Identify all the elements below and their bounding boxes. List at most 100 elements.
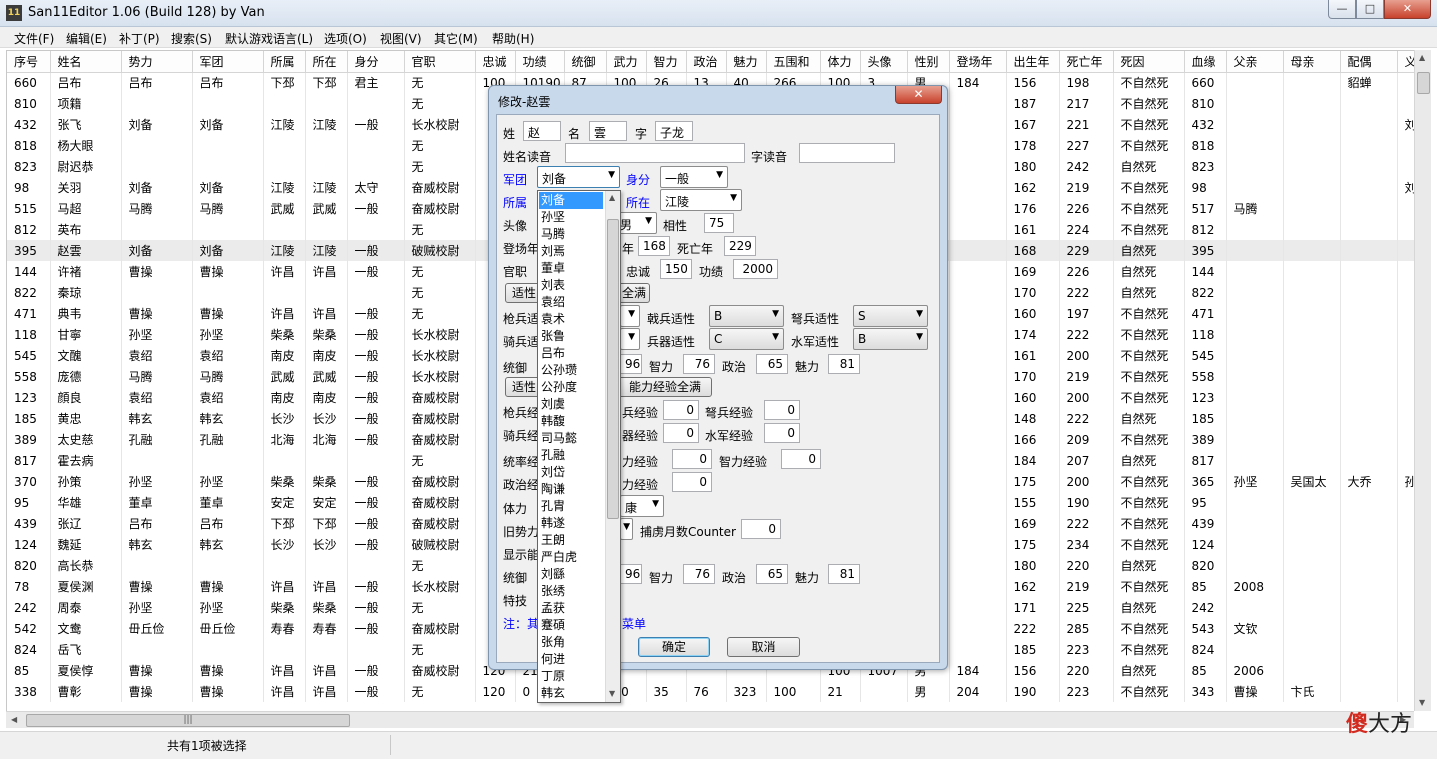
scroll-left-icon[interactable]: ◀: [11, 715, 17, 724]
menu-search[interactable]: 搜索(S): [171, 30, 212, 47]
column-header[interactable]: 血缘: [1184, 51, 1227, 73]
column-header[interactable]: 官职: [404, 51, 476, 73]
dropdown-option[interactable]: 张绣: [539, 583, 603, 600]
war-display-input[interactable]: 96: [620, 564, 642, 584]
health-select[interactable]: 康 ▼: [620, 495, 664, 517]
war-exp-input[interactable]: 0: [672, 449, 712, 469]
scroll-up-icon[interactable]: ▲: [1419, 53, 1425, 62]
scroll-down-icon[interactable]: ▼: [1419, 698, 1425, 707]
dropdown-option[interactable]: 张角: [539, 634, 603, 651]
column-header[interactable]: 体力: [820, 51, 861, 73]
dropdown-option[interactable]: 刘繇: [539, 566, 603, 583]
maximize-button[interactable]: □: [1356, 0, 1384, 19]
charisma-exp-input[interactable]: 0: [672, 472, 712, 492]
birth-year-input[interactable]: 168: [638, 236, 670, 256]
navy-aptitude-select[interactable]: B ▼: [853, 328, 928, 350]
column-header[interactable]: 魅力: [726, 51, 767, 73]
ok-button[interactable]: 确定: [638, 637, 710, 657]
column-header[interactable]: 配偶: [1340, 51, 1398, 73]
style-name-input[interactable]: 子龙: [655, 121, 693, 141]
dropdown-option[interactable]: 董卓: [539, 260, 603, 277]
dropdown-option[interactable]: 吕布: [539, 345, 603, 362]
dropdown-option[interactable]: 张鲁: [539, 328, 603, 345]
dropdown-option[interactable]: 王朗: [539, 532, 603, 549]
status-select[interactable]: 一般 ▼: [660, 166, 728, 188]
column-header[interactable]: 身分: [347, 51, 405, 73]
dropdown-option[interactable]: 袁术: [539, 311, 603, 328]
cancel-button[interactable]: 取消: [727, 637, 800, 657]
dropdown-option[interactable]: 蹇碩: [539, 617, 603, 634]
dropdown-option[interactable]: 何进: [539, 651, 603, 668]
dropdown-option[interactable]: 孔胄: [539, 498, 603, 515]
column-header[interactable]: 姓名: [50, 51, 122, 73]
merit-input[interactable]: 2000: [733, 259, 778, 279]
dropdown-option[interactable]: 袁绍: [539, 294, 603, 311]
capture-months-input[interactable]: 0: [741, 519, 781, 539]
dropdown-scroll-thumb[interactable]: [607, 219, 619, 519]
dropdown-option[interactable]: 刘虞: [539, 396, 603, 413]
column-header[interactable]: 母亲: [1283, 51, 1341, 73]
halberd-exp-input[interactable]: 0: [663, 400, 699, 420]
column-header[interactable]: 武力: [606, 51, 647, 73]
menu-view[interactable]: 视图(V): [380, 30, 422, 47]
spear-aptitude-select[interactable]: ▼: [620, 305, 640, 327]
menu-language[interactable]: 默认游戏语言(L): [225, 30, 313, 47]
cavalry-aptitude-select[interactable]: ▼: [620, 328, 640, 350]
dropdown-option[interactable]: 韩馥: [539, 413, 603, 430]
dropdown-option[interactable]: 韩遂: [539, 515, 603, 532]
menu-file[interactable]: 文件(F): [14, 30, 54, 47]
column-header[interactable]: 序号: [7, 51, 51, 73]
scroll-down-icon[interactable]: ▼: [609, 689, 615, 698]
crossbow-exp-input[interactable]: 0: [764, 400, 800, 420]
siege-exp-input[interactable]: 0: [663, 423, 699, 443]
dropdown-option[interactable]: 严白虎: [539, 549, 603, 566]
crossbow-aptitude-select[interactable]: S ▼: [853, 305, 928, 327]
column-header[interactable]: 父亲: [1226, 51, 1284, 73]
column-header[interactable]: 忠诚: [475, 51, 516, 73]
column-header[interactable]: 势力: [121, 51, 193, 73]
location-select[interactable]: 江陵 ▼: [660, 189, 742, 211]
dropdown-option[interactable]: 陶谦: [539, 481, 603, 498]
politics-input[interactable]: 65: [756, 354, 788, 374]
menu-options[interactable]: 选项(O): [324, 30, 367, 47]
dropdown-option[interactable]: 孔融: [539, 447, 603, 464]
vertical-scrollbar[interactable]: ▲ ▼: [1414, 50, 1431, 711]
minimize-button[interactable]: —: [1328, 0, 1356, 19]
aptitude-full-button[interactable]: 全满: [618, 283, 650, 303]
dropdown-option[interactable]: 刘焉: [539, 243, 603, 260]
column-header[interactable]: 性别: [907, 51, 950, 73]
menu-help[interactable]: 帮助(H): [492, 30, 534, 47]
dropdown-option[interactable]: 丁原: [539, 668, 603, 685]
ability-exp-full-button[interactable]: 能力经验全满: [618, 377, 712, 397]
gender-select[interactable]: 男 ▼: [615, 212, 657, 234]
column-header[interactable]: 登场年: [949, 51, 1007, 73]
column-header[interactable]: 智力: [646, 51, 687, 73]
scroll-up-icon[interactable]: ▲: [609, 193, 615, 202]
dropdown-scrollbar[interactable]: ▲ ▼: [605, 191, 620, 702]
column-header[interactable]: 出生年: [1006, 51, 1060, 73]
column-header[interactable]: 死亡年: [1059, 51, 1114, 73]
dropdown-option[interactable]: 公孙瓒: [539, 362, 603, 379]
loyalty-input[interactable]: 150: [660, 259, 692, 279]
charisma-display-input[interactable]: 81: [828, 564, 860, 584]
dropdown-option[interactable]: 刘备: [539, 192, 603, 209]
dropdown-option[interactable]: 刘岱: [539, 464, 603, 481]
horizontal-scroll-thumb[interactable]: |||: [26, 714, 350, 727]
given-name-input[interactable]: 雲: [589, 121, 627, 141]
dropdown-option[interactable]: 马腾: [539, 226, 603, 243]
column-header[interactable]: 功绩: [515, 51, 565, 73]
column-header[interactable]: 所属: [263, 51, 306, 73]
dropdown-option[interactable]: 韩玄: [539, 685, 603, 702]
menu-edit[interactable]: 编辑(E): [66, 30, 107, 47]
column-header[interactable]: 义兄弟: [1397, 51, 1414, 73]
dropdown-option[interactable]: 孟获: [539, 600, 603, 617]
siege-aptitude-select[interactable]: C ▼: [709, 328, 784, 350]
war-input[interactable]: 96: [620, 354, 642, 374]
column-header[interactable]: 五围和: [766, 51, 821, 73]
menu-other[interactable]: 其它(M): [434, 30, 478, 47]
column-header[interactable]: 所在: [305, 51, 348, 73]
surname-input[interactable]: 赵: [523, 121, 561, 141]
column-header[interactable]: 头像: [860, 51, 908, 73]
death-year-input[interactable]: 229: [724, 236, 756, 256]
horizontal-scrollbar[interactable]: ◀ ||| ▶: [6, 711, 1414, 728]
